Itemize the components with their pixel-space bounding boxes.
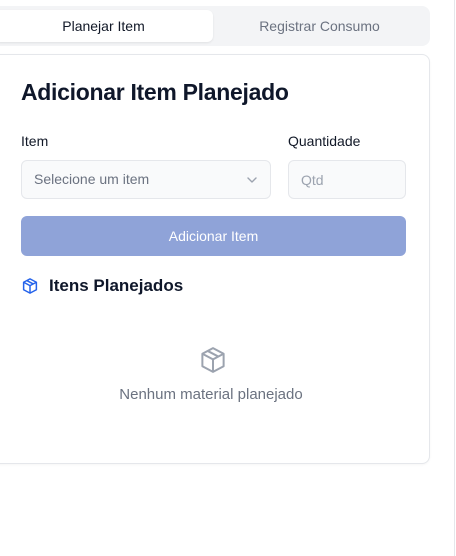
planned-items-title: Itens Planejados <box>49 276 184 295</box>
item-select-placeholder: Selecione um item <box>34 171 150 187</box>
item-select[interactable]: Selecione um item <box>21 160 271 199</box>
add-planned-item-card: Adicionar Item Planejado Item Quantidade… <box>0 54 430 464</box>
tab-registrar-consumo[interactable]: Registrar Consumo <box>213 10 426 42</box>
empty-state-text: Nenhum material planejado <box>119 386 303 403</box>
item-label: Item <box>21 133 49 149</box>
quantity-input[interactable] <box>288 160 406 199</box>
quantity-label: Quantidade <box>288 133 361 149</box>
right-divider <box>454 0 455 556</box>
add-item-button[interactable]: Adicionar Item <box>21 216 406 256</box>
card-title: Adicionar Item Planejado <box>21 79 289 105</box>
planned-items-header: Itens Planejados <box>21 274 183 298</box>
chevron-down-icon <box>247 177 257 183</box>
page: Planejar Item Registrar Consumo Adiciona… <box>0 0 456 556</box>
tab-list: Planejar Item Registrar Consumo <box>0 6 430 46</box>
package-icon <box>22 278 38 294</box>
tab-planejar-item[interactable]: Planejar Item <box>0 10 213 42</box>
empty-package-icon <box>201 347 225 373</box>
